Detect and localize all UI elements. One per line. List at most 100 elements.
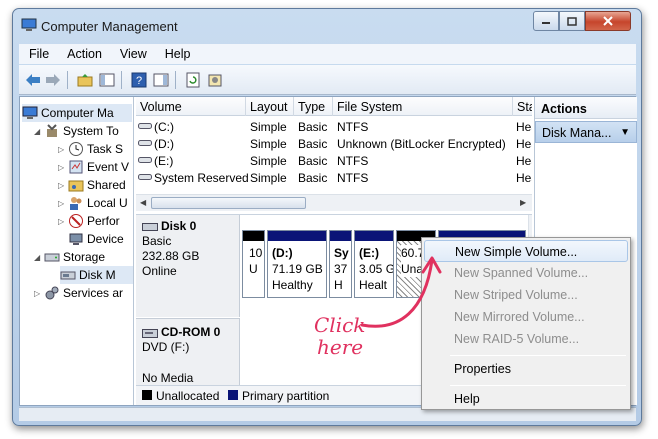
menu-view[interactable]: View bbox=[110, 44, 155, 64]
tree-label: Services ar bbox=[63, 286, 124, 300]
drive-icon bbox=[138, 140, 152, 146]
toolbar-separator bbox=[175, 71, 176, 89]
storage-icon bbox=[44, 253, 60, 262]
expand-arrow-icon[interactable]: ▷ bbox=[34, 289, 40, 298]
services-icon bbox=[45, 286, 59, 300]
menu-new-simple-volume[interactable]: New Simple Volume... bbox=[424, 240, 628, 262]
collapse-arrow-icon[interactable]: ◢ bbox=[34, 253, 40, 262]
back-arrow-icon bbox=[26, 74, 40, 86]
menu-new-spanned-volume[interactable]: New Spanned Volume... bbox=[424, 262, 628, 284]
cell-file-system: NTFS bbox=[337, 154, 369, 168]
menu-file[interactable]: File bbox=[19, 44, 57, 64]
partition-block[interactable]: (D:) 71.19 GB Healthy bbox=[267, 230, 327, 298]
cell-file-system: NTFS bbox=[337, 120, 369, 134]
dropdown-arrow-icon[interactable]: ▼ bbox=[620, 127, 630, 138]
cell-type: Basic bbox=[298, 120, 328, 134]
menu-new-raid5-volume[interactable]: New RAID-5 Volume... bbox=[424, 328, 628, 350]
help-button[interactable]: ? bbox=[129, 70, 149, 90]
column-header-status[interactable]: Stat bbox=[513, 97, 532, 116]
svg-text:?: ? bbox=[136, 75, 142, 87]
tree-item-performance[interactable]: Perfor bbox=[68, 212, 120, 230]
column-header-file-system[interactable]: File System bbox=[333, 97, 513, 116]
expand-arrow-icon[interactable]: ▷ bbox=[58, 145, 64, 154]
tree-item-system-tools[interactable]: System To bbox=[44, 122, 119, 140]
menu-new-striped-volume[interactable]: New Striped Volume... bbox=[424, 284, 628, 306]
scroll-right-icon[interactable]: ▶ bbox=[520, 198, 526, 207]
close-button[interactable] bbox=[585, 11, 631, 31]
partition-size: U bbox=[249, 262, 258, 276]
menu-new-mirrored-volume[interactable]: New Mirrored Volume... bbox=[424, 306, 628, 328]
horizontal-scrollbar[interactable]: ◀ ▶ bbox=[136, 194, 532, 211]
tools-icon bbox=[47, 124, 57, 137]
column-header-type[interactable]: Type bbox=[294, 97, 333, 116]
expand-arrow-icon[interactable]: ▷ bbox=[58, 217, 64, 226]
minimize-button[interactable] bbox=[533, 11, 559, 31]
partition-block[interactable]: Sy 37 H bbox=[329, 230, 352, 298]
tree-item-storage[interactable]: Storage bbox=[44, 248, 105, 266]
toolbar: ? bbox=[19, 65, 636, 95]
cell-status: Hea bbox=[516, 120, 532, 134]
scrollbar-thumb[interactable] bbox=[151, 197, 306, 209]
maximize-button[interactable] bbox=[559, 11, 585, 31]
unallocated-swatch bbox=[142, 390, 152, 400]
title-bar[interactable]: Computer Management bbox=[13, 9, 641, 39]
collapse-arrow-icon[interactable]: ◢ bbox=[34, 127, 40, 136]
disk-0-label[interactable]: Disk 0 Basic 232.88 GB Online bbox=[136, 215, 240, 317]
partition-status: Healthy bbox=[272, 278, 313, 292]
show-action-pane-button[interactable] bbox=[151, 70, 171, 90]
tree-item-task-scheduler[interactable]: Task S bbox=[68, 140, 123, 158]
table-row[interactable]: (D:) Simple Basic Unknown (BitLocker Enc… bbox=[136, 135, 532, 152]
expand-arrow-icon[interactable]: ▷ bbox=[58, 199, 64, 208]
volume-list: Volume Layout Type File System Stat (C:)… bbox=[136, 97, 532, 213]
refresh-button[interactable] bbox=[183, 70, 203, 90]
disk-icon bbox=[142, 222, 158, 231]
scroll-left-icon[interactable]: ◀ bbox=[140, 198, 146, 207]
toolbar-separator bbox=[67, 71, 68, 89]
cell-status: Hea bbox=[516, 137, 532, 151]
properties-button[interactable] bbox=[205, 70, 225, 90]
menu-action[interactable]: Action bbox=[57, 44, 110, 64]
primary-partition-bar bbox=[355, 231, 393, 241]
menu-properties[interactable]: Properties bbox=[424, 358, 628, 380]
forward-arrow-icon bbox=[46, 74, 60, 86]
expand-arrow-icon[interactable]: ▷ bbox=[58, 163, 64, 172]
drive-icon bbox=[138, 123, 152, 129]
menu-separator bbox=[450, 355, 626, 356]
actions-disk-management[interactable]: Disk Mana... ▼ bbox=[535, 121, 637, 143]
table-row[interactable]: (E:) Simple Basic NTFS Hea bbox=[136, 152, 532, 169]
toolbar-separator bbox=[121, 71, 122, 89]
tree-item-shared-folders[interactable]: Shared bbox=[68, 176, 126, 194]
tree-item-event-viewer[interactable]: Event V bbox=[68, 158, 129, 176]
partition-label: 10 bbox=[249, 246, 263, 260]
annotation-arrow-icon bbox=[360, 256, 442, 328]
cdrom-media: No Media bbox=[142, 371, 194, 385]
computer-icon bbox=[22, 106, 38, 119]
cdrom-0-label[interactable]: CD-ROM 0 DVD (F:) No Media bbox=[136, 318, 240, 385]
cdrom-icon bbox=[142, 328, 158, 338]
column-header-volume[interactable]: Volume bbox=[136, 97, 246, 116]
show-hide-tree-button[interactable] bbox=[97, 70, 117, 90]
up-folder-button[interactable] bbox=[75, 70, 95, 90]
tree-item-disk-management[interactable]: Disk M bbox=[60, 266, 133, 284]
partition-block[interactable]: 10 U bbox=[242, 230, 265, 298]
cell-type: Basic bbox=[298, 137, 328, 151]
menu-help[interactable]: Help bbox=[155, 44, 199, 64]
column-header-layout[interactable]: Layout bbox=[246, 97, 294, 116]
back-button[interactable] bbox=[23, 70, 43, 90]
primary-partition-bar bbox=[268, 231, 326, 241]
partition-size: 71.19 GB bbox=[272, 262, 323, 276]
cell-volume: (E:) bbox=[154, 154, 174, 168]
forward-button[interactable] bbox=[43, 70, 63, 90]
table-row[interactable]: System Reserved Simple Basic NTFS Hea bbox=[136, 169, 532, 186]
drive-icon bbox=[138, 174, 152, 180]
unallocated-bar bbox=[243, 231, 264, 241]
tree-item-device-manager[interactable]: Device bbox=[68, 230, 124, 248]
tree-item-computer-management[interactable]: Computer Ma bbox=[22, 104, 132, 122]
tree-item-services[interactable]: Services ar bbox=[44, 284, 123, 302]
menu-separator bbox=[450, 385, 626, 386]
table-row[interactable]: (C:) Simple Basic NTFS Hea bbox=[136, 118, 532, 135]
expand-arrow-icon[interactable]: ▷ bbox=[58, 181, 64, 190]
tree-item-local-users[interactable]: Local U bbox=[68, 194, 128, 212]
menu-bar: File Action View Help bbox=[19, 44, 636, 64]
menu-help[interactable]: Help bbox=[424, 388, 628, 410]
